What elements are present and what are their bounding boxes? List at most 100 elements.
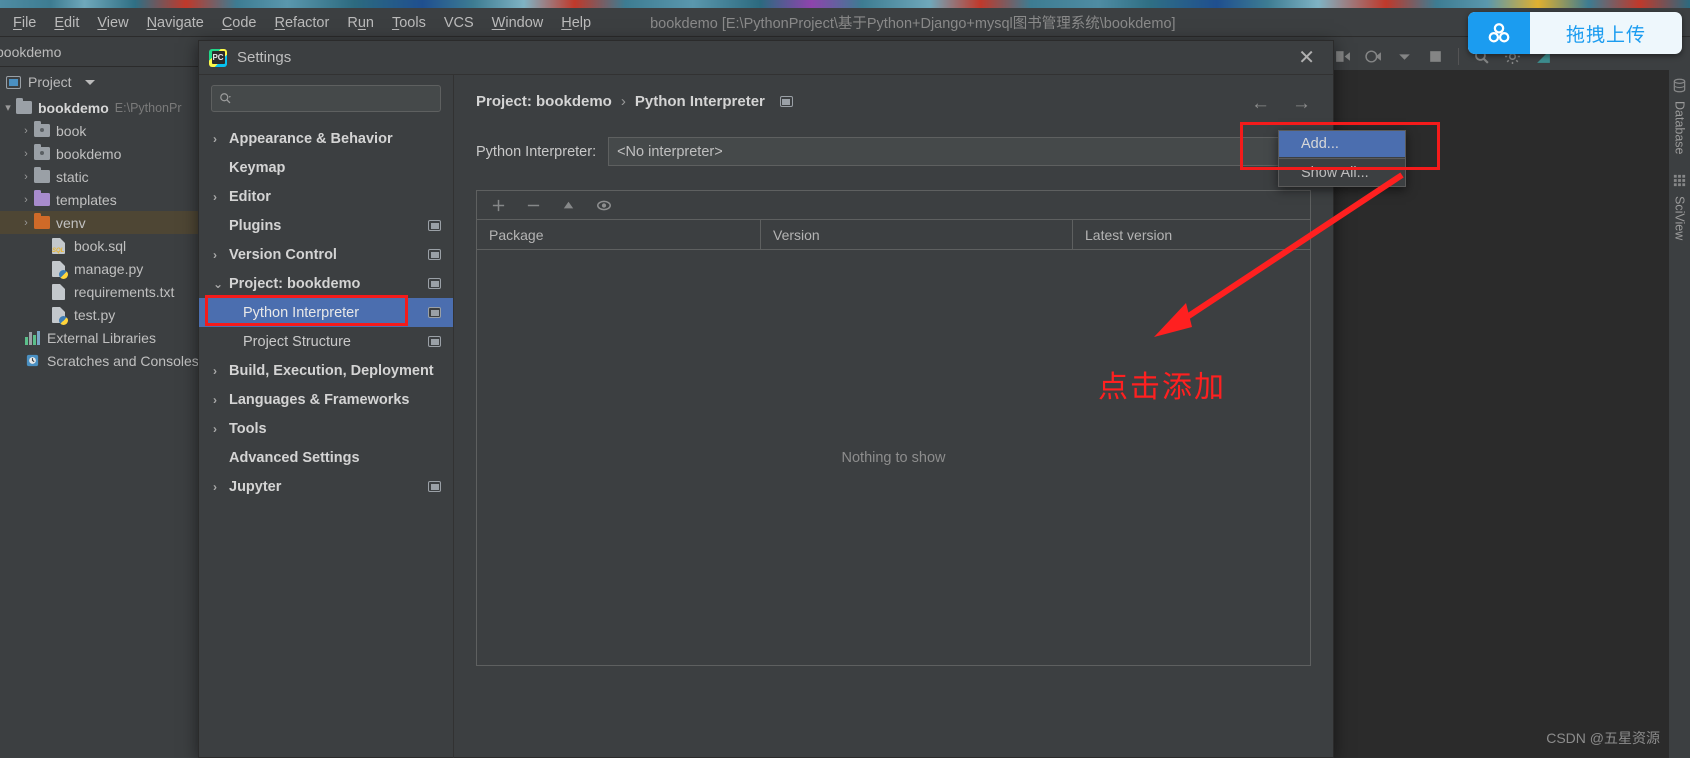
column-header-version[interactable]: Version	[761, 220, 1073, 249]
expand-arrow-icon[interactable]: ▾	[0, 101, 16, 114]
menu-view[interactable]: View	[88, 13, 137, 33]
open-in-window-icon[interactable]	[428, 481, 441, 492]
menu-run[interactable]: Run	[338, 13, 383, 33]
expand-arrow-icon[interactable]: ›	[18, 125, 34, 137]
project-toolbar[interactable]: Project	[0, 68, 198, 96]
expand-arrow-icon[interactable]: ›	[213, 364, 229, 378]
settings-nav-label: Jupyter	[229, 478, 282, 495]
menu-item-show-all[interactable]: Show All...	[1279, 160, 1405, 186]
settings-nav-plugins[interactable]: Plugins	[199, 211, 453, 240]
column-header-latest-version[interactable]: Latest version	[1073, 220, 1310, 249]
menu-item-add[interactable]: Add...	[1279, 131, 1405, 157]
tree-item-requirements-txt[interactable]: requirements.txt	[0, 280, 198, 303]
back-arrow-icon[interactable]: ←	[1251, 93, 1270, 115]
tool-tab-database[interactable]: Database	[1673, 101, 1687, 155]
expand-arrow-icon[interactable]: ›	[213, 422, 229, 436]
settings-dialog-titlebar: PC Settings ✕	[199, 41, 1333, 75]
open-in-window-icon[interactable]	[428, 278, 441, 289]
menu-refactor[interactable]: Refactor	[266, 13, 339, 33]
show-early-releases-icon[interactable]	[596, 198, 612, 213]
packages-empty-message: Nothing to show	[841, 449, 946, 466]
settings-nav-advanced-settings[interactable]: Advanced Settings	[199, 443, 453, 472]
run-with-coverage-icon[interactable]	[1365, 48, 1382, 65]
drag-upload-widget[interactable]: 拖拽上传	[1468, 12, 1682, 54]
tree-item-bookdemo[interactable]: › bookdemo	[0, 142, 198, 165]
settings-nav-jupyter[interactable]: › Jupyter	[199, 472, 453, 501]
expand-arrow-icon[interactable]: ›	[18, 194, 34, 206]
upgrade-package-icon[interactable]	[561, 198, 576, 213]
tree-item-label: Scratches and Consoles	[47, 352, 199, 369]
tree-item-label: External Libraries	[47, 329, 156, 346]
chevron-down-icon[interactable]	[1396, 48, 1413, 65]
menu-edit[interactable]: Edit	[45, 13, 88, 33]
tree-item-venv[interactable]: › venv	[0, 211, 198, 234]
tree-item-bookdemo[interactable]: ▾ bookdemo E:\PythonPr	[0, 96, 198, 119]
expand-arrow-icon[interactable]: ›	[18, 171, 34, 183]
settings-nav-keymap[interactable]: Keymap	[199, 153, 453, 182]
stop-icon[interactable]	[1427, 48, 1444, 65]
interpreter-dropdown-menu: Add... Show All...	[1278, 130, 1406, 187]
menu-tools[interactable]: Tools	[383, 13, 435, 33]
menu-navigate[interactable]: Navigate	[138, 13, 213, 33]
close-icon[interactable]: ✕	[1290, 46, 1323, 70]
forward-arrow-icon[interactable]: →	[1292, 93, 1311, 115]
tree-item-label: static	[56, 168, 89, 185]
settings-nav-project-bookdemo[interactable]: ⌄ Project: bookdemo	[199, 269, 453, 298]
settings-nav-tools[interactable]: › Tools	[199, 414, 453, 443]
expand-arrow-icon[interactable]: ›	[213, 132, 229, 146]
chevron-down-icon[interactable]	[84, 79, 95, 85]
pycharm-window: File Edit View Navigate Code Refactor Run Tools…	[0, 0, 1690, 758]
settings-nav-python-interpreter[interactable]: Python Interpreter	[199, 298, 453, 327]
column-header-package[interactable]: Package	[477, 220, 761, 249]
open-in-window-icon[interactable]	[428, 220, 441, 231]
step-over-icon[interactable]	[1334, 48, 1351, 65]
database-icon[interactable]	[1672, 78, 1687, 93]
menu-window[interactable]: Window	[483, 13, 553, 33]
menu-help[interactable]: Help	[552, 13, 600, 33]
tree-item-manage-py[interactable]: manage.py	[0, 257, 198, 280]
callout-text: 点击添加	[1098, 371, 1226, 404]
expand-arrow-icon[interactable]: ›	[213, 480, 229, 494]
settings-nav-label: Build, Execution, Deployment	[229, 362, 434, 379]
folder-module-icon	[34, 121, 51, 138]
settings-main-panel: Project: bookdemo › Python Interpreter ←…	[454, 75, 1333, 758]
tree-item-templates[interactable]: › templates	[0, 188, 198, 211]
settings-nav-version-control[interactable]: › Version Control	[199, 240, 453, 269]
expand-arrow-icon[interactable]: ⌄	[213, 277, 229, 291]
tree-item-book-sql[interactable]: SQL book.sql	[0, 234, 198, 257]
open-in-window-icon[interactable]	[428, 249, 441, 260]
open-in-window-icon[interactable]	[428, 307, 441, 318]
tree-item-test-py[interactable]: test.py	[0, 303, 198, 326]
settings-nav-build-execution-deployment[interactable]: › Build, Execution, Deployment	[199, 356, 453, 385]
project-tab-label[interactable]: bookdemo	[0, 38, 198, 66]
expand-arrow-icon[interactable]: ›	[213, 248, 229, 262]
settings-nav-appearance-behavior[interactable]: › Appearance & Behavior	[199, 124, 453, 153]
settings-history-nav: ← →	[1251, 93, 1311, 115]
open-in-window-icon[interactable]	[428, 336, 441, 347]
expand-arrow-icon[interactable]: ›	[213, 190, 229, 204]
settings-nav-project-structure[interactable]: Project Structure	[199, 327, 453, 356]
open-in-window-icon[interactable]	[779, 96, 793, 107]
expand-arrow-icon[interactable]: ›	[213, 393, 229, 407]
settings-nav-editor[interactable]: › Editor	[199, 182, 453, 211]
menu-code[interactable]: Code	[213, 13, 266, 33]
tree-item-book[interactable]: › book	[0, 119, 198, 142]
tree-item-static[interactable]: › static	[0, 165, 198, 188]
tree-item-external-libraries[interactable]: External Libraries	[0, 326, 198, 349]
sciview-grid-icon[interactable]	[1672, 173, 1687, 188]
tree-item-scratches-and-consoles[interactable]: Scratches and Consoles	[0, 349, 199, 372]
project-tree[interactable]: ▾ bookdemo E:\PythonPr › book › bookdemo › stati…	[0, 96, 199, 758]
breadcrumb-root[interactable]: Project: bookdemo	[476, 93, 612, 110]
menu-file[interactable]: File	[4, 13, 45, 33]
settings-search-box[interactable]	[211, 85, 441, 112]
expand-arrow-icon[interactable]: ›	[18, 148, 34, 160]
tool-tab-sciview[interactable]: SciView	[1673, 196, 1687, 240]
python-interpreter-combo[interactable]: <No interpreter>	[608, 137, 1281, 166]
add-package-icon[interactable]	[491, 198, 506, 213]
menu-vcs[interactable]: VCS	[435, 13, 483, 33]
expand-arrow-icon[interactable]: ›	[18, 217, 34, 229]
settings-nav-languages-frameworks[interactable]: › Languages & Frameworks	[199, 385, 453, 414]
remove-package-icon[interactable]	[526, 198, 541, 213]
settings-search-input[interactable]	[238, 91, 433, 106]
tree-item-path: E:\PythonPr	[114, 100, 182, 115]
